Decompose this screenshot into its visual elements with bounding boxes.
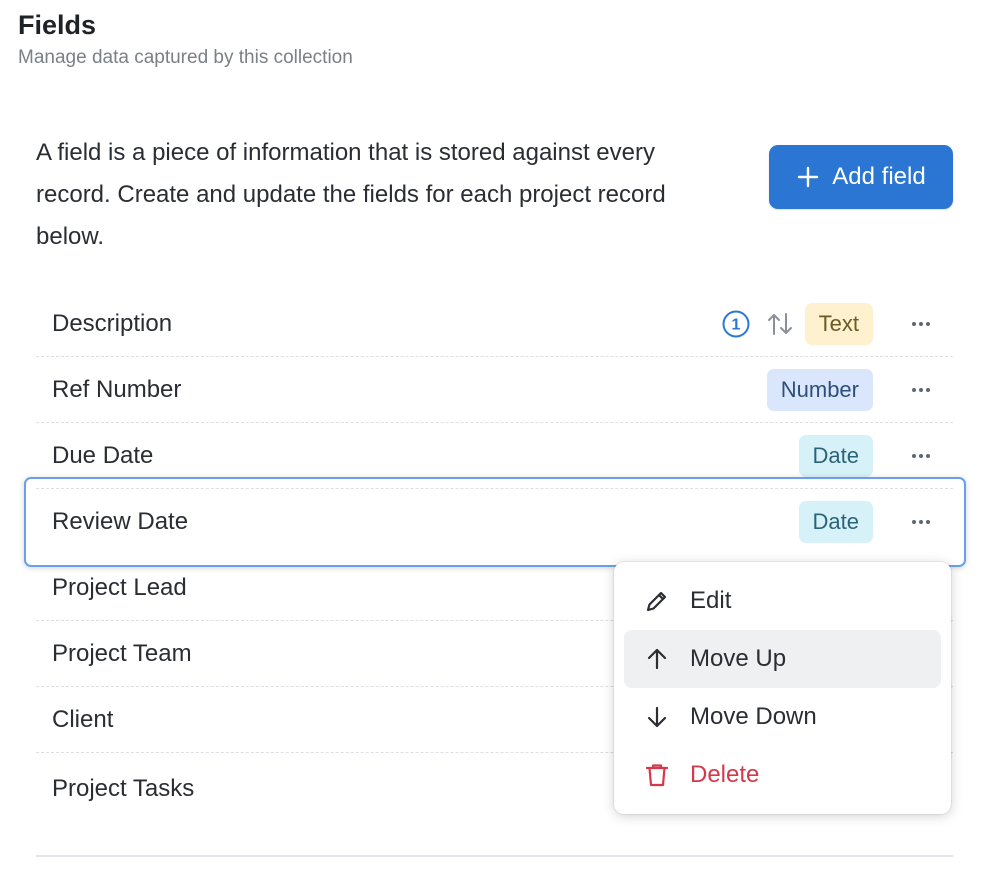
list-divider <box>36 855 953 857</box>
field-row-review-date[interactable]: Review Date Date <box>36 489 953 555</box>
menu-item-delete[interactable]: Delete <box>624 746 941 804</box>
menu-item-move-down[interactable]: Move Down <box>624 688 941 746</box>
field-name: Due Date <box>52 441 154 469</box>
intro-text: A field is a piece of information that i… <box>36 139 666 250</box>
trash-icon <box>645 764 669 787</box>
arrow-down-icon <box>647 706 667 728</box>
sort-arrows-icon[interactable] <box>765 309 795 339</box>
field-name: Project Team <box>52 639 192 667</box>
field-name: Review Date <box>52 507 189 535</box>
field-name: Project Lead <box>52 573 187 601</box>
page-subtitle: Manage data captured by this collection <box>18 47 353 68</box>
menu-item-label: Edit <box>690 587 732 614</box>
menu-item-label: Move Up <box>690 645 787 672</box>
page-header: Fields Manage data captured by this coll… <box>18 8 353 70</box>
more-options-icon[interactable] <box>905 378 937 402</box>
field-name: Ref Number <box>52 375 182 403</box>
menu-item-move-up[interactable]: Move Up <box>624 630 941 688</box>
more-options-icon[interactable] <box>905 312 937 336</box>
required-indicator-value: 1 <box>731 316 740 333</box>
menu-item-edit[interactable]: Edit <box>624 572 941 630</box>
field-type-badge: Text <box>804 302 873 345</box>
field-name: Client <box>52 705 114 733</box>
field-name: Description <box>52 309 173 337</box>
add-field-label: Add field <box>832 163 926 190</box>
field-row-description[interactable]: Description 1 Text <box>36 291 953 357</box>
field-type-badge: Date <box>798 434 873 477</box>
field-row-due-date[interactable]: Due Date Date <box>36 423 953 489</box>
field-type-badge: Number <box>766 368 873 411</box>
plus-icon <box>798 166 819 188</box>
field-row-ref-number[interactable]: Ref Number Number <box>36 357 953 423</box>
add-field-button[interactable]: Add field <box>769 145 953 209</box>
menu-item-label: Move Down <box>690 703 817 730</box>
pencil-icon <box>646 591 667 612</box>
field-context-menu: Edit Move Up Move Down Delete <box>614 562 951 814</box>
page-title: Fields <box>18 10 97 40</box>
more-options-icon[interactable] <box>905 444 937 468</box>
field-type-badge: Date <box>798 500 873 543</box>
more-options-icon[interactable] <box>905 510 937 534</box>
field-name: Project Tasks <box>52 775 195 802</box>
menu-item-label: Delete <box>690 761 760 788</box>
required-indicator-icon: 1 <box>722 310 750 337</box>
arrow-up-icon <box>647 648 667 670</box>
